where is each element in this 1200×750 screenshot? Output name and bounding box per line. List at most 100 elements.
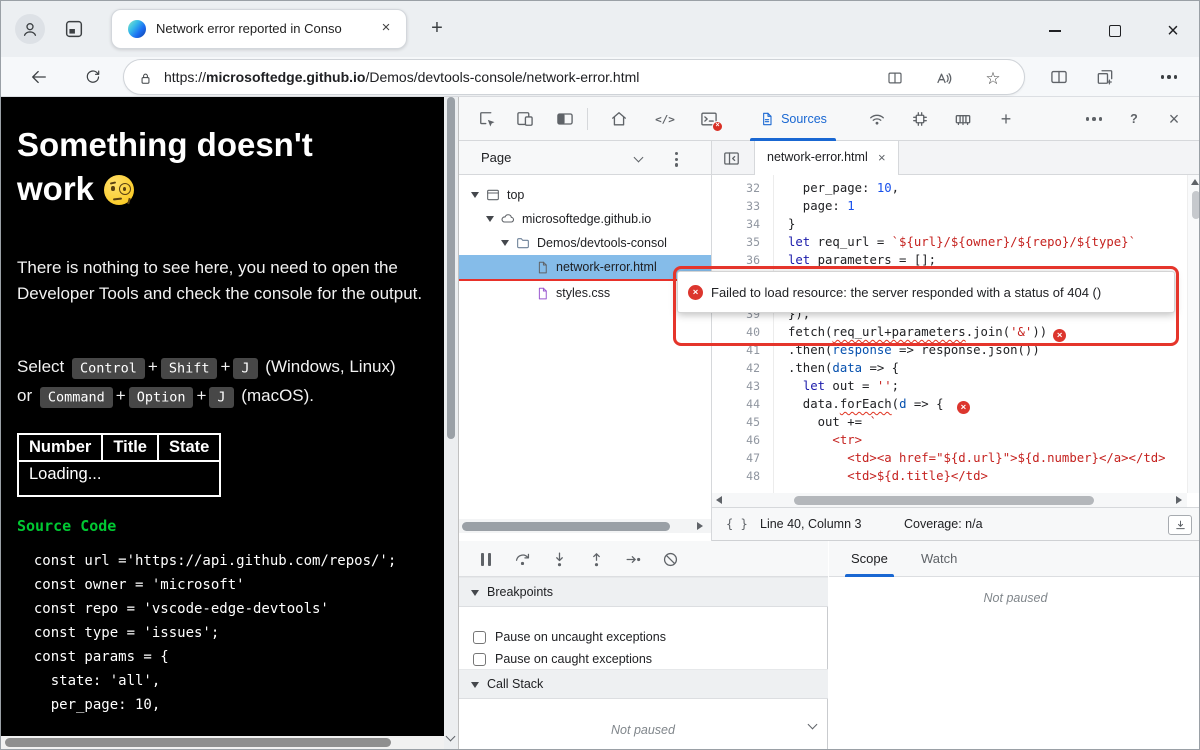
line-number[interactable]: 33	[712, 197, 773, 215]
editor-vertical-scrollbar[interactable]	[1187, 175, 1200, 493]
chevron-down-icon[interactable]	[634, 153, 644, 163]
inspect-button[interactable]	[472, 104, 502, 134]
welcome-tab-button[interactable]	[604, 104, 634, 134]
tree-item-styles-css[interactable]: styles.css	[459, 281, 712, 305]
tab-actions-icon[interactable]	[63, 18, 85, 40]
scrollbar-thumb[interactable]	[447, 97, 455, 439]
elements-tab-button[interactable]: </>	[650, 104, 680, 134]
line-number[interactable]: 47	[712, 449, 773, 467]
navigator-page-tab[interactable]: Page	[481, 141, 511, 174]
profile-avatar[interactable]	[15, 14, 45, 44]
focus-mode-button[interactable]	[550, 104, 580, 134]
expand-icon[interactable]	[486, 216, 494, 222]
pause-caught-row[interactable]: Pause on caught exceptions	[459, 649, 828, 671]
tree-item-folder[interactable]: Demos/devtools-consol	[459, 231, 712, 255]
scrollbar-thumb[interactable]	[462, 522, 670, 531]
line-number[interactable]: 32	[712, 179, 773, 197]
collections-button[interactable]	[1091, 63, 1119, 91]
performance-tab-button[interactable]	[905, 104, 935, 134]
read-aloud-icon[interactable]	[932, 67, 954, 89]
device-emulation-button[interactable]	[510, 104, 540, 134]
network-tab-button[interactable]	[862, 104, 892, 134]
error-icon[interactable]: ×	[957, 401, 970, 414]
line-number[interactable]: 44	[712, 395, 773, 413]
address-bar[interactable]: https://microsoftedge.github.io/Demos/de…	[123, 59, 1025, 95]
memory-tab-button[interactable]	[948, 104, 978, 134]
deactivate-breakpoints-button[interactable]	[656, 545, 684, 573]
browser-tab[interactable]: Network error reported in Conso ×	[111, 9, 407, 49]
expand-icon[interactable]	[501, 240, 509, 246]
devtools-help-button[interactable]: ?	[1119, 104, 1149, 134]
scrollbar-thumb[interactable]	[1192, 191, 1200, 219]
step-into-button[interactable]	[545, 545, 573, 573]
editor-horizontal-scrollbar[interactable]	[712, 493, 1187, 507]
navigator-menu-icon[interactable]	[675, 152, 678, 167]
refresh-button[interactable]	[79, 63, 107, 91]
tab-scope[interactable]: Scope	[837, 541, 902, 577]
scroll-left-icon[interactable]	[716, 496, 722, 504]
favorites-star-icon[interactable]: ☆	[982, 67, 1004, 89]
navigator-toggle-button[interactable]	[718, 145, 744, 171]
back-button[interactable]	[25, 63, 53, 91]
line-number[interactable]: 35	[712, 233, 773, 251]
line-number[interactable]: 40	[712, 323, 773, 341]
pause-script-button[interactable]	[472, 545, 500, 573]
line-number[interactable]: 41	[712, 341, 773, 359]
line-number[interactable]: 45	[712, 413, 773, 431]
page-vertical-scrollbar[interactable]	[444, 97, 458, 750]
tree-item-top[interactable]: top	[459, 183, 712, 207]
scroll-up-icon[interactable]	[1191, 179, 1199, 185]
window-maximize-button[interactable]	[1101, 17, 1129, 45]
pretty-print-icon[interactable]: { }	[726, 508, 748, 541]
collapse-icon[interactable]	[471, 682, 479, 688]
tree-item-domain[interactable]: microsoftedge.github.io	[459, 207, 712, 231]
step-over-button[interactable]	[508, 545, 536, 573]
tab-watch[interactable]: Watch	[907, 541, 971, 577]
browser-menu-button[interactable]	[1155, 63, 1183, 91]
error-icon[interactable]: ×	[1053, 329, 1066, 342]
step-button[interactable]	[619, 545, 647, 573]
checkbox-caught[interactable]	[473, 653, 486, 666]
tree-item-network-error-html[interactable]: network-error.html	[459, 255, 712, 281]
call-stack-section-header[interactable]: Call Stack	[459, 669, 828, 699]
code-line: out += `	[774, 413, 1187, 431]
line-number[interactable]: 36	[712, 251, 773, 269]
devtools-close-button[interactable]: ×	[1159, 104, 1189, 134]
editor-status-bar: { } Line 40, Column 3 Coverage: n/a	[712, 507, 1200, 541]
table-header-number: Number	[18, 434, 102, 461]
download-button[interactable]	[1168, 515, 1192, 535]
breakpoints-section-header[interactable]: Breakpoints	[459, 577, 828, 607]
line-number[interactable]: 48	[712, 467, 773, 485]
scrollbar-thumb[interactable]	[5, 738, 391, 747]
editor-code-lines[interactable]: per_page: 10, page: 1}let req_url = `${u…	[774, 175, 1187, 493]
checkbox-uncaught[interactable]	[473, 631, 486, 644]
navigator-horizontal-scrollbar[interactable]	[459, 519, 711, 533]
line-number[interactable]: 46	[712, 431, 773, 449]
split-screen-icon[interactable]	[884, 67, 906, 89]
editor-tab[interactable]: network-error.html ×	[754, 141, 899, 175]
line-number[interactable]: 42	[712, 359, 773, 377]
scrollbar-thumb[interactable]	[794, 496, 1094, 505]
pause-uncaught-row[interactable]: Pause on uncaught exceptions	[459, 627, 828, 649]
device-emulation-icon	[515, 109, 535, 129]
scroll-right-icon[interactable]	[697, 522, 703, 530]
sources-tab[interactable]: Sources	[742, 97, 844, 141]
scroll-down-icon[interactable]	[446, 732, 456, 742]
expand-icon[interactable]	[471, 192, 479, 198]
scroll-right-icon[interactable]	[1176, 496, 1182, 504]
page-horizontal-scrollbar[interactable]	[1, 736, 444, 749]
window-minimize-button[interactable]	[1041, 17, 1069, 45]
split-window-button[interactable]	[1045, 63, 1073, 91]
line-number[interactable]: 34	[712, 215, 773, 233]
console-tab-button[interactable]: ×	[694, 104, 724, 134]
step-out-button[interactable]	[582, 545, 610, 573]
window-close-button[interactable]: ×	[1159, 17, 1187, 45]
collapse-icon[interactable]	[471, 590, 479, 596]
editor-tab-close-icon[interactable]: ×	[874, 150, 890, 166]
line-number[interactable]: 43	[712, 377, 773, 395]
add-panel-button[interactable]: +	[991, 104, 1021, 134]
lock-icon[interactable]	[134, 67, 156, 89]
new-tab-button[interactable]: +	[425, 17, 449, 41]
devtools-menu-button[interactable]	[1079, 104, 1109, 134]
tab-close-icon[interactable]: ×	[376, 18, 396, 38]
